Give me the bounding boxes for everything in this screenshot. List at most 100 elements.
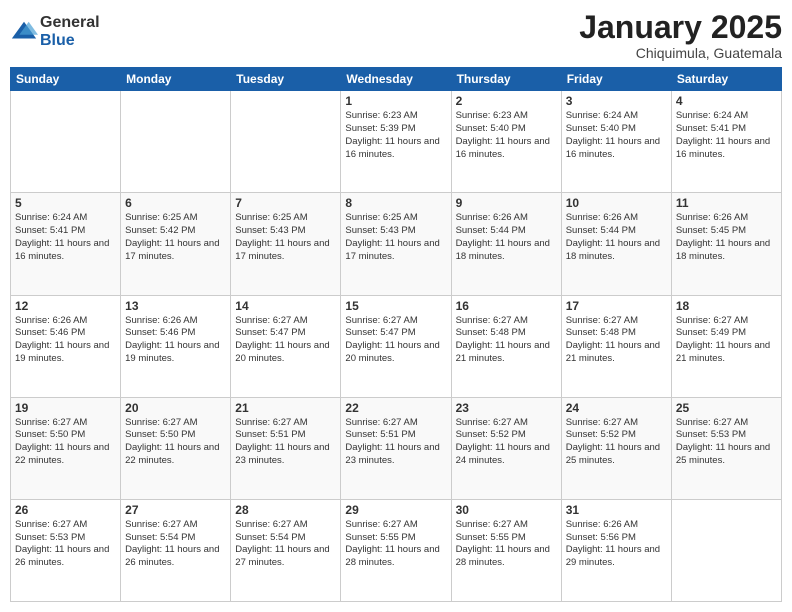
day-number: 28	[235, 503, 336, 517]
calendar-cell: 14 Sunrise: 6:27 AM Sunset: 5:47 PM Dayli…	[231, 295, 341, 397]
calendar-cell: 10 Sunrise: 6:26 AM Sunset: 5:44 PM Dayli…	[561, 193, 671, 295]
day-info: Sunrise: 6:27 AM Sunset: 5:52 PM Dayligh…	[566, 417, 667, 468]
day-info: Sunrise: 6:27 AM Sunset: 5:49 PM Dayligh…	[676, 315, 777, 366]
calendar-cell: 18 Sunrise: 6:27 AM Sunset: 5:49 PM Dayli…	[671, 295, 781, 397]
calendar-cell: 26 Sunrise: 6:27 AM Sunset: 5:53 PM Dayli…	[11, 499, 121, 601]
calendar-cell: 27 Sunrise: 6:27 AM Sunset: 5:54 PM Dayli…	[121, 499, 231, 601]
day-number: 12	[15, 299, 116, 313]
weekday-header: Sunday	[11, 68, 121, 91]
day-number: 29	[345, 503, 446, 517]
day-number: 5	[15, 196, 116, 210]
logo-text: General Blue	[40, 14, 100, 49]
logo: General Blue	[10, 14, 100, 49]
calendar-cell: 31Sunrise: 6:26 AM Sunset: 5:56 PM Dayli…	[561, 499, 671, 601]
calendar-week-row: 12 Sunrise: 6:26 AM Sunset: 5:46 PM Dayli…	[11, 295, 782, 397]
day-info: Sunrise: 6:23 AM Sunset: 5:40 PM Dayligh…	[456, 110, 557, 161]
title-section: January 2025 Chiquimula, Guatemala	[579, 10, 782, 61]
day-info: Sunrise: 6:27 AM Sunset: 5:54 PM Dayligh…	[235, 519, 336, 570]
day-info: Sunrise: 6:26 AM Sunset: 5:44 PM Dayligh…	[456, 212, 557, 263]
day-info: Sunrise: 6:27 AM Sunset: 5:54 PM Dayligh…	[125, 519, 226, 570]
day-number: 1	[345, 94, 446, 108]
day-info: Sunrise: 6:27 AM Sunset: 5:55 PM Dayligh…	[456, 519, 557, 570]
day-number: 31	[566, 503, 667, 517]
calendar-cell: 23Sunrise: 6:27 AM Sunset: 5:52 PM Dayli…	[451, 397, 561, 499]
day-number: 18	[676, 299, 777, 313]
day-info: Sunrise: 6:25 AM Sunset: 5:42 PM Dayligh…	[125, 212, 226, 263]
day-info: Sunrise: 6:27 AM Sunset: 5:47 PM Dayligh…	[235, 315, 336, 366]
weekday-header: Tuesday	[231, 68, 341, 91]
day-number: 26	[15, 503, 116, 517]
day-info: Sunrise: 6:26 AM Sunset: 5:44 PM Dayligh…	[566, 212, 667, 263]
day-info: Sunrise: 6:27 AM Sunset: 5:48 PM Dayligh…	[566, 315, 667, 366]
day-number: 20	[125, 401, 226, 415]
day-number: 27	[125, 503, 226, 517]
day-number: 7	[235, 196, 336, 210]
weekday-header-row: SundayMondayTuesdayWednesdayThursdayFrid…	[11, 68, 782, 91]
day-info: Sunrise: 6:24 AM Sunset: 5:41 PM Dayligh…	[15, 212, 116, 263]
day-info: Sunrise: 6:27 AM Sunset: 5:55 PM Dayligh…	[345, 519, 446, 570]
day-number: 4	[676, 94, 777, 108]
calendar-cell: 30 Sunrise: 6:27 AM Sunset: 5:55 PM Dayli…	[451, 499, 561, 601]
day-info: Sunrise: 6:25 AM Sunset: 5:43 PM Dayligh…	[235, 212, 336, 263]
day-info: Sunrise: 6:27 AM Sunset: 5:51 PM Dayligh…	[235, 417, 336, 468]
day-number: 6	[125, 196, 226, 210]
calendar-cell	[11, 91, 121, 193]
day-number: 22	[345, 401, 446, 415]
day-number: 21	[235, 401, 336, 415]
day-number: 17	[566, 299, 667, 313]
calendar-cell: 7 Sunrise: 6:25 AM Sunset: 5:43 PM Daylig…	[231, 193, 341, 295]
logo-general: General	[40, 14, 100, 32]
month-title: January 2025	[579, 10, 782, 45]
day-info: Sunrise: 6:27 AM Sunset: 5:51 PM Dayligh…	[345, 417, 446, 468]
calendar-cell	[671, 499, 781, 601]
day-number: 3	[566, 94, 667, 108]
day-number: 2	[456, 94, 557, 108]
calendar-cell: 2 Sunrise: 6:23 AM Sunset: 5:40 PM Daylig…	[451, 91, 561, 193]
calendar-cell: 21 Sunrise: 6:27 AM Sunset: 5:51 PM Dayli…	[231, 397, 341, 499]
calendar-cell: 17 Sunrise: 6:27 AM Sunset: 5:48 PM Dayli…	[561, 295, 671, 397]
calendar-cell: 28 Sunrise: 6:27 AM Sunset: 5:54 PM Dayli…	[231, 499, 341, 601]
calendar-week-row: 1 Sunrise: 6:23 AM Sunset: 5:39 PM Daylig…	[11, 91, 782, 193]
logo-icon	[10, 18, 38, 46]
calendar-cell: 9 Sunrise: 6:26 AM Sunset: 5:44 PM Daylig…	[451, 193, 561, 295]
calendar-cell: 16Sunrise: 6:27 AM Sunset: 5:48 PM Dayli…	[451, 295, 561, 397]
calendar-table: SundayMondayTuesdayWednesdayThursdayFrid…	[10, 67, 782, 602]
calendar-cell: 4 Sunrise: 6:24 AM Sunset: 5:41 PM Daylig…	[671, 91, 781, 193]
calendar-cell: 8Sunrise: 6:25 AM Sunset: 5:43 PM Daylig…	[341, 193, 451, 295]
weekday-header: Thursday	[451, 68, 561, 91]
day-info: Sunrise: 6:27 AM Sunset: 5:53 PM Dayligh…	[676, 417, 777, 468]
weekday-header: Wednesday	[341, 68, 451, 91]
logo-blue: Blue	[40, 32, 100, 50]
day-info: Sunrise: 6:26 AM Sunset: 5:46 PM Dayligh…	[125, 315, 226, 366]
calendar-cell: 19 Sunrise: 6:27 AM Sunset: 5:50 PM Dayli…	[11, 397, 121, 499]
calendar-cell: 12Sunrise: 6:26 AM Sunset: 5:46 PM Dayli…	[11, 295, 121, 397]
day-number: 19	[15, 401, 116, 415]
weekday-header: Friday	[561, 68, 671, 91]
day-info: Sunrise: 6:24 AM Sunset: 5:40 PM Dayligh…	[566, 110, 667, 161]
calendar-week-row: 5 Sunrise: 6:24 AM Sunset: 5:41 PM Daylig…	[11, 193, 782, 295]
day-number: 30	[456, 503, 557, 517]
weekday-header: Saturday	[671, 68, 781, 91]
calendar-cell: 29 Sunrise: 6:27 AM Sunset: 5:55 PM Dayli…	[341, 499, 451, 601]
day-number: 24	[566, 401, 667, 415]
day-number: 11	[676, 196, 777, 210]
location: Chiquimula, Guatemala	[579, 45, 782, 61]
day-info: Sunrise: 6:27 AM Sunset: 5:50 PM Dayligh…	[15, 417, 116, 468]
day-number: 8	[345, 196, 446, 210]
day-number: 13	[125, 299, 226, 313]
day-info: Sunrise: 6:27 AM Sunset: 5:48 PM Dayligh…	[456, 315, 557, 366]
day-info: Sunrise: 6:23 AM Sunset: 5:39 PM Dayligh…	[345, 110, 446, 161]
calendar-cell: 25Sunrise: 6:27 AM Sunset: 5:53 PM Dayli…	[671, 397, 781, 499]
day-number: 10	[566, 196, 667, 210]
day-number: 9	[456, 196, 557, 210]
day-info: Sunrise: 6:27 AM Sunset: 5:53 PM Dayligh…	[15, 519, 116, 570]
day-number: 15	[345, 299, 446, 313]
day-number: 14	[235, 299, 336, 313]
calendar-cell: 11 Sunrise: 6:26 AM Sunset: 5:45 PM Dayli…	[671, 193, 781, 295]
day-info: Sunrise: 6:24 AM Sunset: 5:41 PM Dayligh…	[676, 110, 777, 161]
day-info: Sunrise: 6:26 AM Sunset: 5:45 PM Dayligh…	[676, 212, 777, 263]
calendar-cell: 13 Sunrise: 6:26 AM Sunset: 5:46 PM Dayli…	[121, 295, 231, 397]
calendar-cell	[231, 91, 341, 193]
weekday-header: Monday	[121, 68, 231, 91]
calendar-cell: 6 Sunrise: 6:25 AM Sunset: 5:42 PM Daylig…	[121, 193, 231, 295]
